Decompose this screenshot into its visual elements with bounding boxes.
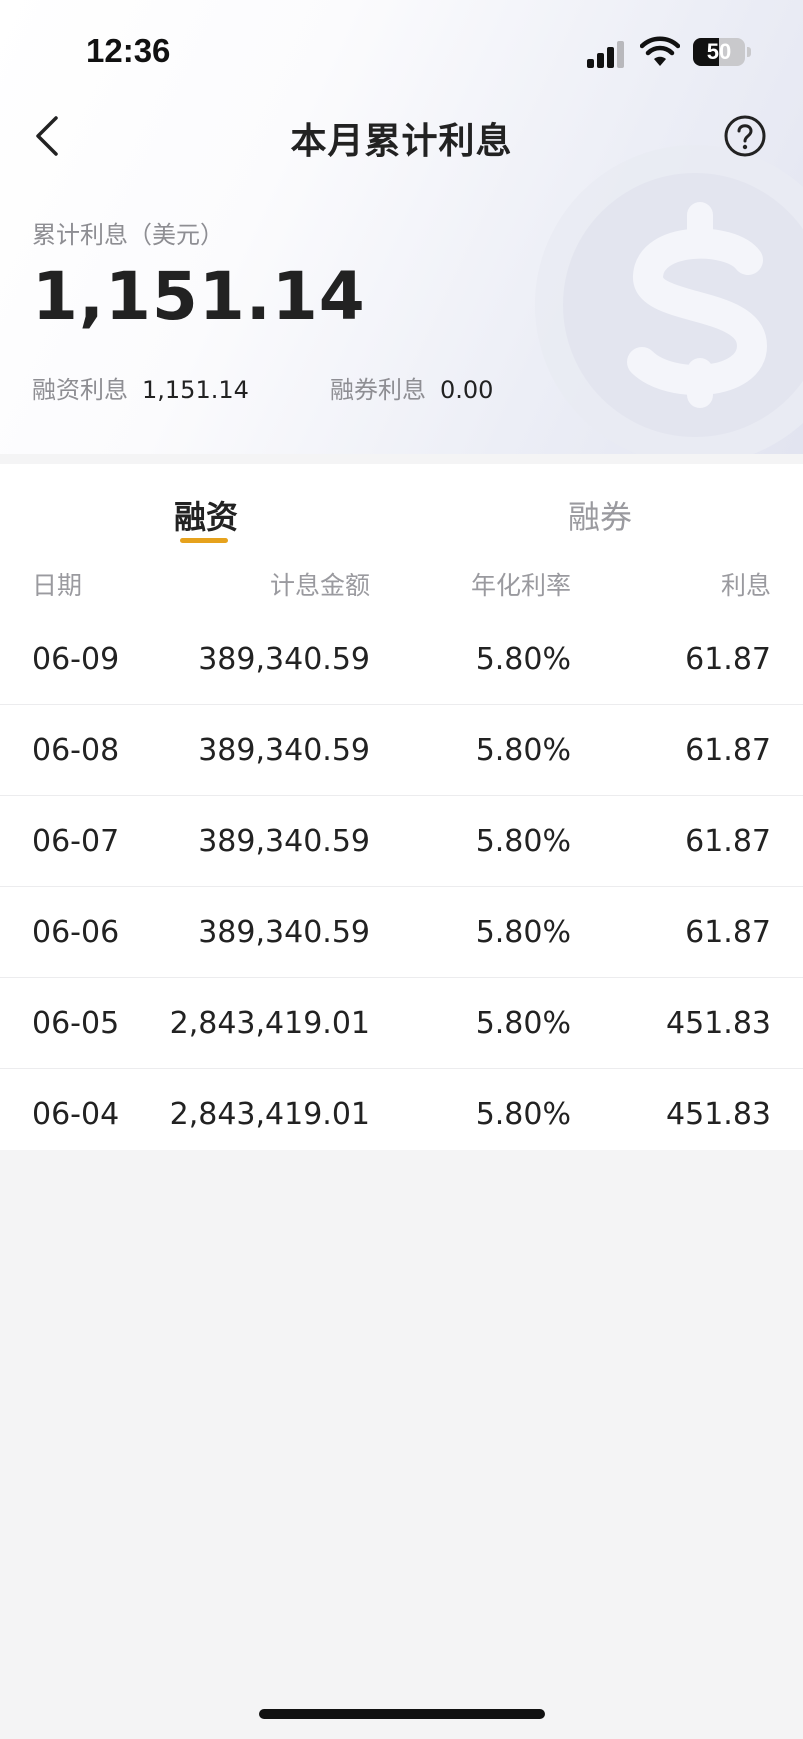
securities-interest-value: 0.00 [440,376,494,404]
dollar-coin-icon [535,145,803,454]
row-date: 06-06 [32,915,120,950]
securities-interest-label: 融券利息 [330,376,426,404]
row-interest: 61.87 [685,824,771,859]
row-rate: 5.80% [475,642,571,677]
interest-detail-card: 融资 融券 日期 计息金额 年化利率 利息 06-09 389,340.59 5… [0,464,803,1150]
tab-financing[interactable]: 融资 [174,492,238,538]
battery-nub [747,47,751,57]
active-tab-indicator [180,538,228,543]
home-indicator[interactable] [259,1709,545,1719]
table-row: 06-05 2,843,419.01 5.80% 451.83 [0,978,803,1069]
row-rate: 5.80% [475,915,571,950]
row-rate: 5.80% [475,733,571,768]
table-row: 06-04 2,843,419.01 5.80% 451.83 [0,1069,803,1160]
wifi-icon [640,36,680,66]
battery-level: 50 [706,39,732,64]
column-header-amount: 计息金额 [269,571,370,600]
row-rate: 5.80% [475,1006,571,1041]
row-rate: 5.80% [475,824,571,859]
row-amount: 2,843,419.01 [169,1006,370,1041]
total-interest-value: 1,151.14 [32,258,366,335]
row-date: 06-07 [32,824,120,859]
row-rate: 5.80% [475,1097,571,1132]
row-amount: 389,340.59 [198,733,370,768]
row-interest: 61.87 [685,915,771,950]
securities-interest: 融券利息 0.00 [330,370,493,405]
header-area: 12:36 50 本月累计利息 累计利息（美元） 1,151.14 融资利息 1,… [0,0,803,454]
table-row: 06-08 389,340.59 5.80% 61.87 [0,705,803,796]
column-header-interest: 利息 [720,571,771,600]
column-header-rate: 年化利率 [470,571,571,600]
column-header-date: 日期 [32,571,83,600]
row-date: 06-08 [32,733,120,768]
page-title: 本月累计利息 [290,121,513,162]
status-bar: 12:36 50 [0,0,803,100]
row-interest: 61.87 [685,733,771,768]
row-date: 06-04 [32,1097,120,1132]
row-interest: 451.83 [666,1097,771,1132]
row-interest: 451.83 [666,1006,771,1041]
table-row: 06-06 389,340.59 5.80% 61.87 [0,887,803,978]
interest-table: 06-09 389,340.59 5.80% 61.87 06-08 389,3… [0,614,803,1160]
status-time: 12:36 [86,32,171,69]
row-interest: 61.87 [685,642,771,677]
cellular-signal-icon [587,40,629,68]
question-circle-icon[interactable] [723,114,767,158]
row-date: 06-09 [32,642,120,677]
row-amount: 389,340.59 [198,824,370,859]
row-amount: 389,340.59 [198,915,370,950]
battery-icon: 50 [693,38,745,66]
financing-interest-value: 1,151.14 [142,376,249,404]
table-row: 06-09 389,340.59 5.80% 61.87 [0,614,803,705]
row-amount: 2,843,419.01 [169,1097,370,1132]
row-amount: 389,340.59 [198,642,370,677]
total-interest-label: 累计利息（美元） [32,221,224,249]
table-row: 06-07 389,340.59 5.80% 61.87 [0,796,803,887]
financing-interest-label: 融资利息 [32,376,128,404]
financing-interest: 融资利息 1,151.14 [32,370,249,405]
row-date: 06-05 [32,1006,120,1041]
tab-securities-lending[interactable]: 融券 [568,492,632,538]
